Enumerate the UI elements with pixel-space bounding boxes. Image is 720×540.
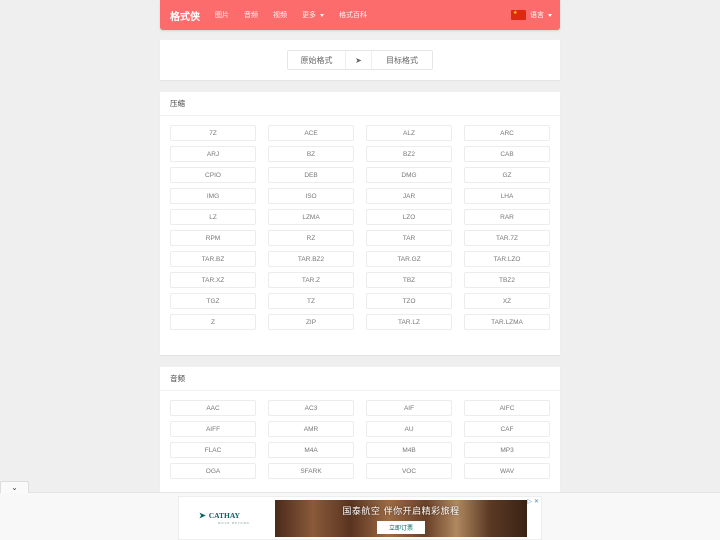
format-button[interactable]: AU (366, 421, 452, 437)
format-button[interactable]: TZO (366, 293, 452, 309)
format-button[interactable]: WAV (464, 463, 550, 479)
section-title: 压缩 (160, 92, 560, 116)
format-button[interactable]: LZ (170, 209, 256, 225)
cathay-logo: ➤ CATHAY MOVE BEYOND (199, 511, 250, 525)
nav-item-label: 格式百科 (339, 11, 367, 19)
ad-choices-icon: ▷ (527, 498, 532, 505)
chevron-down-icon (548, 13, 552, 17)
format-button[interactable]: TAR.LZMA (464, 314, 550, 330)
format-button[interactable]: AIF (366, 400, 452, 416)
format-switcher: 原始格式 ➤ 目标格式 (287, 50, 433, 70)
nav-item-label: 更多 (302, 11, 316, 19)
format-button[interactable]: AAC (170, 400, 256, 416)
language-label: 语言 (530, 11, 544, 19)
format-grid: 7Z ACE ALZ ARC ARJ BZ BZ2 CAB CPIO DEB DMG GZ IMG ISO… (160, 116, 560, 340)
format-button[interactable]: DEB (268, 167, 354, 183)
format-button[interactable]: TAR.LZ (366, 314, 452, 330)
format-button[interactable]: TBZ (366, 272, 452, 288)
format-button[interactable]: ARJ (170, 146, 256, 162)
nav-item[interactable]: 更多 (302, 10, 324, 20)
ad-brand: CATHAY (208, 511, 240, 520)
ad-close-button[interactable]: ▷ ✕ (527, 498, 539, 505)
format-button[interactable]: TAR.XZ (170, 272, 256, 288)
nav-item[interactable]: 图片 (215, 10, 229, 20)
format-button[interactable]: CAF (464, 421, 550, 437)
format-button[interactable]: BZ2 (366, 146, 452, 162)
format-button[interactable]: ARC (464, 125, 550, 141)
format-button[interactable]: JAR (366, 188, 452, 204)
format-button[interactable]: FLAC (170, 442, 256, 458)
section-compress: 压缩 7Z ACE ALZ ARC ARJ BZ BZ2 CAB CPIO DEB DMG GZ IMG… (160, 92, 560, 355)
format-button[interactable]: AC3 (268, 400, 354, 416)
cn-flag-icon (511, 10, 526, 20)
page-container: 格式侠 图片音频视频更多格式百科 语言 原始格式 ➤ 目标格式 压缩 7ZACE… (160, 0, 560, 507)
format-button[interactable]: TGZ (170, 293, 256, 309)
nav-item[interactable]: 视频 (273, 10, 287, 20)
format-button[interactable]: Z (170, 314, 256, 330)
format-button[interactable]: M4A (268, 442, 354, 458)
format-button[interactable]: TAR.7Z (464, 230, 550, 246)
format-button[interactable]: TBZ2 (464, 272, 550, 288)
format-button[interactable]: IMG (170, 188, 256, 204)
close-icon: ✕ (533, 498, 539, 505)
chevron-down-icon (320, 13, 324, 17)
format-switch-panel: 原始格式 ➤ 目标格式 (160, 40, 560, 80)
ad-banner[interactable]: ➤ CATHAY MOVE BEYOND 国泰航空 伴你开启精彩旅程 立即订票 ▷… (178, 496, 542, 540)
ad-cta-button[interactable]: 立即订票 (376, 520, 425, 534)
bird-icon: ➤ (199, 511, 206, 520)
format-button[interactable]: BZ (268, 146, 354, 162)
format-button[interactable]: ALZ (366, 125, 452, 141)
chevron-down-icon: ⌄ (11, 483, 18, 492)
format-button[interactable]: LZMA (268, 209, 354, 225)
format-button[interactable]: RPM (170, 230, 256, 246)
format-button[interactable]: AIFF (170, 421, 256, 437)
format-button[interactable]: CAB (464, 146, 550, 162)
top-navbar: 格式侠 图片 音频 视频 更多 格式百科 语言 (160, 0, 560, 30)
nav-item-label: 音频 (244, 11, 258, 19)
target-format-button[interactable]: 目标格式 (372, 51, 432, 69)
format-button[interactable]: SFARK (268, 463, 354, 479)
format-button[interactable]: RZ (268, 230, 354, 246)
section-title: 音频 (160, 367, 560, 391)
format-button[interactable]: TAR.BZ (170, 251, 256, 267)
format-button[interactable]: TAR (366, 230, 452, 246)
language-selector[interactable]: 语言 (511, 10, 552, 20)
format-button[interactable]: TAR.Z (268, 272, 354, 288)
format-button[interactable]: ISO (268, 188, 354, 204)
format-button[interactable]: GZ (464, 167, 550, 183)
ad-headline: 国泰航空 伴你开启精彩旅程 (342, 506, 460, 517)
nav-item-label: 图片 (215, 11, 229, 19)
site-logo[interactable]: 格式侠 (170, 8, 200, 23)
format-button[interactable]: ACE (268, 125, 354, 141)
format-button[interactable]: TAR.BZ2 (268, 251, 354, 267)
nav-menu: 图片 音频 视频 更多 格式百科 (215, 10, 382, 20)
format-button[interactable]: TAR.GZ (366, 251, 452, 267)
format-button[interactable]: AIFC (464, 400, 550, 416)
ad-image[interactable]: 国泰航空 伴你开启精彩旅程 立即订票 (275, 500, 527, 537)
format-button[interactable]: XZ (464, 293, 550, 309)
nav-item[interactable]: 格式百科 (339, 10, 367, 20)
ad-brand-sub: MOVE BEYOND (218, 521, 250, 525)
collapse-ad-toggle[interactable]: ⌄ (0, 481, 29, 493)
format-button[interactable]: LHA (464, 188, 550, 204)
format-button[interactable]: VOC (366, 463, 452, 479)
nav-item-label: 视频 (273, 11, 287, 19)
format-button[interactable]: TZ (268, 293, 354, 309)
arrow-right-icon: ➤ (346, 51, 372, 69)
format-button[interactable]: M4B (366, 442, 452, 458)
format-button[interactable]: MP3 (464, 442, 550, 458)
format-grid: AAC AC3 AIF AIFC AIFF AMR AU CAF FLAC M4A M4B MP3 OG… (160, 391, 560, 489)
source-format-button[interactable]: 原始格式 (288, 51, 346, 69)
format-button[interactable]: OGA (170, 463, 256, 479)
format-button[interactable]: AMR (268, 421, 354, 437)
format-button[interactable]: RAR (464, 209, 550, 225)
format-button[interactable]: DMG (366, 167, 452, 183)
nav-item[interactable]: 音频 (244, 10, 258, 20)
format-button[interactable]: 7Z (170, 125, 256, 141)
format-button[interactable]: TAR.LZO (464, 251, 550, 267)
format-button[interactable]: LZO (366, 209, 452, 225)
format-button[interactable]: ZIP (268, 314, 354, 330)
section-audio: 音频 AAC AC3 AIF AIFC AIFF AMR AU CAF FLAC M4A M4B MP… (160, 367, 560, 507)
format-button[interactable]: CPIO (170, 167, 256, 183)
